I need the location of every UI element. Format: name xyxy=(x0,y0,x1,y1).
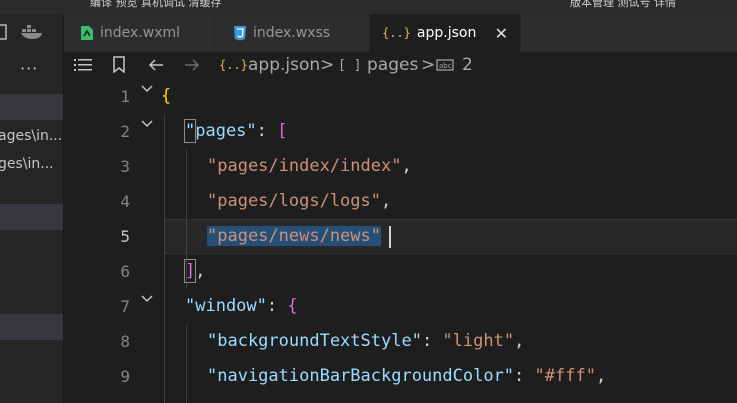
split-editor-icon[interactable] xyxy=(0,24,8,40)
explorer-section-header[interactable] xyxy=(0,314,63,340)
breadcrumb-file[interactable]: app.json xyxy=(248,55,320,75)
top-menu-text[interactable]: 编译 预览 真机调试 清缓存 xyxy=(90,0,222,10)
css-file-icon xyxy=(234,26,246,41)
wxml-file-icon xyxy=(81,26,93,40)
tab-label: index.wxml xyxy=(100,25,181,41)
explorer-section-header[interactable] xyxy=(0,204,63,230)
tab-index-wxml[interactable]: index.wxml xyxy=(64,14,215,52)
code-line-3: "pages/index/index", xyxy=(207,156,412,176)
json-file-icon: {..} xyxy=(219,58,248,72)
code-line-6: ], xyxy=(185,261,206,281)
breadcrumb-index[interactable]: 2 xyxy=(462,55,473,75)
indent-guide xyxy=(186,325,187,403)
editor-tab-bar: index.wxml index.wxss {..} app.json ✕ xyxy=(64,14,737,52)
selected-text: "pages/news/news" xyxy=(207,226,381,246)
code-line-2: "pages": [ xyxy=(185,121,288,141)
forward-arrow-icon[interactable] xyxy=(184,58,200,72)
top-menu-strip: 编译 预览 真机调试 清缓存 版本管理 测试号 详情 xyxy=(0,0,737,14)
fold-chevron-icon[interactable] xyxy=(140,84,154,94)
line-number: 9 xyxy=(120,367,130,386)
breadcrumb-pages[interactable]: pages xyxy=(367,55,418,75)
explorer-section-header[interactable] xyxy=(0,94,63,120)
tab-index-wxss[interactable]: index.wxss xyxy=(215,14,370,52)
bookmark-icon[interactable] xyxy=(112,56,126,74)
tab-app-json[interactable]: {..} app.json ✕ xyxy=(370,14,521,52)
line-number: 7 xyxy=(120,297,130,316)
code-line-5: "pages/news/news" xyxy=(207,226,381,246)
string-index-icon: abc xyxy=(436,59,454,71)
breadcrumb-separator: > xyxy=(421,55,436,75)
tab-label: index.wxss xyxy=(253,25,331,41)
outline-list-icon[interactable] xyxy=(74,58,92,72)
code-line-8: "backgroundTextStyle": "light", xyxy=(207,331,525,351)
line-number: 8 xyxy=(120,332,130,351)
explorer-item[interactable]: ges\in... xyxy=(0,156,54,172)
svg-text:abc: abc xyxy=(439,62,452,70)
line-number: 6 xyxy=(120,262,130,281)
line-number: 1 xyxy=(120,87,130,106)
fold-chevron-icon[interactable] xyxy=(140,119,154,129)
breadcrumb: {..} app.json > [ ] pages > abc 2 xyxy=(64,52,737,80)
code-line-7: "window": { xyxy=(185,296,298,316)
line-number: 3 xyxy=(120,157,130,176)
indent-guide xyxy=(164,115,165,403)
explorer-panel: ··· ages\in... ges\in... xyxy=(0,14,64,403)
back-arrow-icon[interactable] xyxy=(148,58,164,72)
text-cursor xyxy=(389,226,391,248)
line-number-current: 5 xyxy=(120,227,130,246)
tab-label: app.json xyxy=(416,25,477,41)
code-line-1: { xyxy=(161,86,172,106)
explorer-item[interactable]: ages\in... xyxy=(0,128,62,144)
code-line-9: "navigationBarBackgroundColor": "#fff", xyxy=(207,366,607,386)
close-icon[interactable]: ✕ xyxy=(495,24,508,43)
fold-chevron-icon[interactable] xyxy=(140,294,154,304)
more-actions-icon[interactable]: ··· xyxy=(20,59,38,78)
code-editor[interactable]: 1 2 3 4 5 6 7 8 9 { "pages": [ "pages/in… xyxy=(64,80,737,403)
docker-icon[interactable] xyxy=(20,23,46,41)
line-number: 2 xyxy=(120,122,130,141)
explorer-toolbar xyxy=(0,14,63,52)
breadcrumb-separator: > xyxy=(320,55,335,75)
json-file-icon: {..} xyxy=(382,26,411,40)
line-number: 4 xyxy=(120,192,130,211)
code-line-4: "pages/logs/logs", xyxy=(207,191,392,211)
array-icon: [ ] xyxy=(338,58,362,73)
top-right-text[interactable]: 版本管理 测试号 详情 xyxy=(570,0,676,10)
